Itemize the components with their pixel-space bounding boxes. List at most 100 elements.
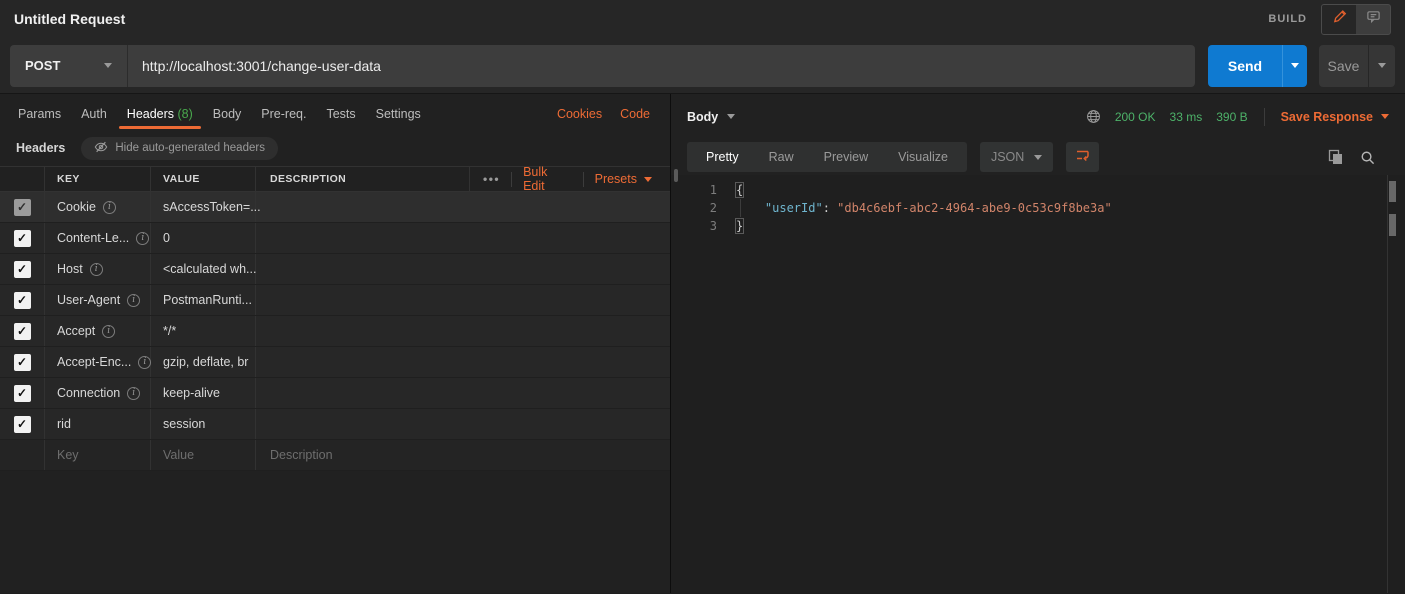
header-checkbox[interactable]: ✓ [14,354,31,371]
header-checkbox[interactable]: ✓ [14,292,31,309]
code-text: } [736,219,743,233]
key-column-header: KEY [57,173,80,185]
copy-icon[interactable] [1328,149,1343,165]
header-checkbox[interactable]: ✓ [14,323,31,340]
header-key-cell[interactable]: User-Agenti [45,285,151,315]
header-key-cell[interactable]: rid [45,409,151,439]
tab-params[interactable]: Params [8,95,71,133]
format-dropdown[interactable]: JSON [980,142,1053,172]
scrollbar-thumb[interactable] [1389,214,1396,236]
header-value: keep-alive [163,386,220,400]
wrap-lines-button[interactable] [1066,142,1099,172]
view-tab-raw[interactable]: Raw [754,142,809,172]
header-description-cell[interactable] [256,316,670,346]
header-value: <calculated wh... [163,262,256,276]
view-tab-preview[interactable]: Preview [809,142,883,172]
more-options-button[interactable]: ••• [483,172,500,186]
tab-headers[interactable]: Headers (8) [117,95,203,133]
code-link[interactable]: Code [620,107,650,121]
scrollbar-track [1387,175,1388,593]
key-input-cell[interactable]: Key [45,440,151,470]
header-description-cell[interactable] [256,409,670,439]
tab-body[interactable]: Body [203,95,252,133]
header-key-cell[interactable]: Content-Le...i [45,223,151,253]
edit-mode-button[interactable] [1322,5,1356,34]
headers-table: KEY VALUE DESCRIPTION ••• Bulk Edit Pres… [0,166,670,471]
bulk-edit-button[interactable]: Bulk Edit [523,165,572,193]
header-value-cell[interactable]: 0 [151,223,256,253]
tab-prereq[interactable]: Pre-req. [251,95,316,133]
description-input-cell[interactable]: Description [256,440,670,470]
header-description-cell[interactable] [256,254,670,284]
header-key-cell[interactable]: Hosti [45,254,151,284]
comment-mode-button[interactable] [1356,5,1390,34]
save-button[interactable]: Save [1319,45,1368,87]
method-select[interactable]: POST [10,45,128,87]
save-response-button[interactable]: Save Response [1281,110,1389,124]
header-value-cell[interactable]: session [151,409,256,439]
header-key-cell[interactable]: Accept-Enc...i [45,347,151,377]
send-button[interactable]: Send [1208,45,1282,87]
value-input-cell[interactable]: Value [151,440,256,470]
view-tab-pretty[interactable]: Pretty [691,142,754,172]
chevron-down-icon [644,177,652,182]
scrollbar-thumb[interactable] [1389,181,1396,202]
save-response-label: Save Response [1281,110,1373,124]
tab-settings[interactable]: Settings [366,95,431,133]
header-checkbox[interactable]: ✓ [14,230,31,247]
cookies-link[interactable]: Cookies [557,107,602,121]
tab-auth[interactable]: Auth [71,95,117,133]
hide-autogenerated-headers-button[interactable]: Hide auto-generated headers [81,137,278,160]
divider [511,172,512,187]
request-tabs: ParamsAuthHeaders (8)BodyPre-req.TestsSe… [0,94,670,134]
search-icon[interactable] [1360,150,1375,165]
response-time: 33 ms [1170,110,1203,124]
splitter-handle[interactable] [674,169,678,182]
header-description-cell[interactable] [256,378,670,408]
header-checkbox[interactable]: ✓ [14,261,31,278]
url-group: POST [10,45,1195,87]
tab-tests[interactable]: Tests [316,95,365,133]
header-value-cell[interactable]: sAccessToken=... [151,192,256,222]
header-value-cell[interactable]: */* [151,316,256,346]
header-value-cell[interactable]: gzip, deflate, br [151,347,256,377]
header-checkbox[interactable]: ✓ [14,385,31,402]
response-body-dropdown[interactable]: Body [687,110,735,124]
presets-label: Presets [595,172,637,186]
view-tab-visualize[interactable]: Visualize [883,142,963,172]
checkbox-cell: ✓ [0,192,45,222]
header-row: ✓ User-Agenti PostmanRunti... [0,285,670,316]
header-key-cell[interactable]: Accepti [45,316,151,346]
divider [1264,108,1265,126]
key-placeholder: Key [57,448,79,462]
header-row: ✓ Hosti <calculated wh... [0,254,670,285]
header-row: ✓ Accepti*/* [0,316,670,347]
header-description-cell[interactable] [256,285,670,315]
comment-icon [1366,9,1381,29]
header-checkbox[interactable]: ✓ [14,199,31,216]
save-options-button[interactable] [1368,45,1395,87]
checkbox-cell: ✓ [0,223,45,253]
chevron-down-icon [1291,63,1299,68]
header-value-cell[interactable]: <calculated wh... [151,254,256,284]
header-description-cell[interactable] [256,347,670,377]
header-value: 0 [163,231,170,245]
presets-dropdown[interactable]: Presets [595,172,652,186]
header-key-cell[interactable]: Connectioni [45,378,151,408]
header-checkbox[interactable]: ✓ [14,416,31,433]
header-key: Cookie [57,200,96,214]
header-value-cell[interactable]: keep-alive [151,378,256,408]
value-placeholder: Value [163,448,194,462]
header-value-cell[interactable]: PostmanRunti... [151,285,256,315]
header-key-cell[interactable]: Cookiei [45,192,151,222]
method-label: POST [25,58,60,73]
url-input[interactable] [128,45,1195,87]
header-value: PostmanRunti... [163,293,252,307]
response-code-editor[interactable]: 1{2 "userId": "db4c6ebf-abc2-4964-abe9-0… [671,175,1405,593]
send-options-button[interactable] [1282,45,1307,87]
header-description-cell[interactable] [256,192,670,222]
line-number: 1 [671,183,717,197]
info-icon: i [138,356,151,369]
header-description-cell[interactable] [256,223,670,253]
new-header-row: Key Value Description [0,440,670,471]
